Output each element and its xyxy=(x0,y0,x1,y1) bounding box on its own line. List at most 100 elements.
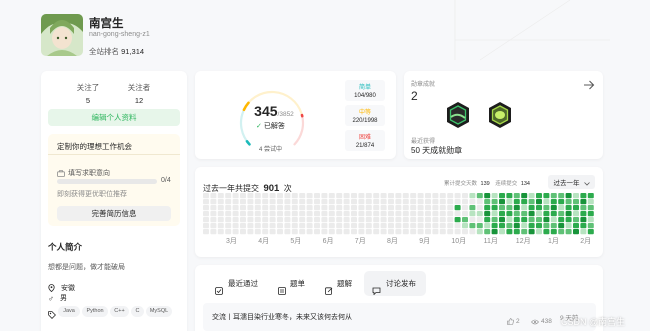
heatmap-cell[interactable] xyxy=(402,217,409,223)
heatmap-cell[interactable] xyxy=(358,205,365,211)
heatmap-cell[interactable] xyxy=(580,193,587,199)
heatmap-cell[interactable] xyxy=(343,211,350,217)
heatmap-cell[interactable] xyxy=(277,211,283,217)
heatmap-cell[interactable] xyxy=(365,199,372,205)
heatmap-cell[interactable] xyxy=(225,211,232,217)
heatmap-cell[interactable] xyxy=(580,199,587,205)
heatmap-cell[interactable] xyxy=(521,217,528,223)
heatmap-cell[interactable] xyxy=(247,193,254,199)
heatmap-cell[interactable] xyxy=(558,193,565,199)
heatmap-cell[interactable] xyxy=(580,223,587,229)
heatmap-cell[interactable] xyxy=(462,205,468,211)
heatmap-cell[interactable] xyxy=(425,205,431,211)
heatmap-cell[interactable] xyxy=(203,217,209,223)
heatmap-cell[interactable] xyxy=(254,229,261,235)
heatmap-cell[interactable] xyxy=(550,223,557,229)
heatmap-cell[interactable] xyxy=(580,205,587,211)
heatmap-cell[interactable] xyxy=(395,193,402,199)
heatmap-cell[interactable] xyxy=(587,193,594,199)
heatmap-cell[interactable] xyxy=(284,193,291,199)
badge-100-days-icon[interactable] xyxy=(487,101,513,134)
heatmap-cell[interactable] xyxy=(580,229,587,235)
heatmap-cell[interactable] xyxy=(314,217,320,223)
heatmap-cell[interactable] xyxy=(247,211,254,217)
heatmap-cell[interactable] xyxy=(543,217,550,223)
heatmap-cell[interactable] xyxy=(217,211,224,217)
heatmap-cell[interactable] xyxy=(454,211,461,217)
heatmap-cell[interactable] xyxy=(254,217,261,223)
heatmap-cell[interactable] xyxy=(528,199,535,205)
heatmap-cell[interactable] xyxy=(254,223,261,229)
heatmap-cell[interactable] xyxy=(469,217,476,223)
heatmap-cell[interactable] xyxy=(314,205,320,211)
heatmap-cell[interactable] xyxy=(469,211,476,217)
heatmap-cell[interactable] xyxy=(328,217,335,223)
heatmap-cell[interactable] xyxy=(395,211,402,217)
heatmap-cell[interactable] xyxy=(217,223,224,229)
heatmap-cell[interactable] xyxy=(254,193,261,199)
heatmap-cell[interactable] xyxy=(314,199,320,205)
heatmap-cell[interactable] xyxy=(521,199,528,205)
heatmap-cell[interactable] xyxy=(365,193,372,199)
heatmap-cell[interactable] xyxy=(254,205,261,211)
heatmap-cell[interactable] xyxy=(558,211,565,217)
heatmap-cell[interactable] xyxy=(395,199,402,205)
heatmap-cell[interactable] xyxy=(314,223,320,229)
heatmap-cell[interactable] xyxy=(277,223,283,229)
range-select[interactable]: 过去一年 xyxy=(548,175,595,189)
heatmap-cell[interactable] xyxy=(262,193,269,199)
difficulty-easy[interactable]: 简单 104/980 xyxy=(345,80,385,101)
heatmap-cell[interactable] xyxy=(410,223,417,229)
heatmap-cell[interactable] xyxy=(513,229,520,235)
heatmap-cell[interactable] xyxy=(425,199,431,205)
heatmap-cell[interactable] xyxy=(217,193,224,199)
difficulty-medium[interactable]: 中等 220/1998 xyxy=(345,105,385,126)
heatmap-cell[interactable] xyxy=(499,229,505,235)
heatmap-cell[interactable] xyxy=(299,205,306,211)
heatmap-cell[interactable] xyxy=(528,223,535,229)
heatmap-cell[interactable] xyxy=(299,217,306,223)
heatmap-cell[interactable] xyxy=(425,217,431,223)
heatmap-cell[interactable] xyxy=(217,205,224,211)
heatmap-cell[interactable] xyxy=(217,217,224,223)
heatmap-cell[interactable] xyxy=(247,205,254,211)
heatmap-cell[interactable] xyxy=(499,193,505,199)
heatmap-cell[interactable] xyxy=(491,229,498,235)
heatmap-cell[interactable] xyxy=(432,193,439,199)
heatmap-cell[interactable] xyxy=(336,205,343,211)
heatmap-cell[interactable] xyxy=(417,229,424,235)
heatmap-cell[interactable] xyxy=(417,217,424,223)
heatmap-cell[interactable] xyxy=(388,199,394,205)
heatmap-cell[interactable] xyxy=(247,229,254,235)
heatmap-cell[interactable] xyxy=(491,211,498,217)
heatmap-cell[interactable] xyxy=(380,205,387,211)
heatmap-cell[interactable] xyxy=(388,217,394,223)
heatmap-cell[interactable] xyxy=(388,229,394,235)
heatmap-cell[interactable] xyxy=(358,199,365,205)
heatmap-cell[interactable] xyxy=(247,217,254,223)
heatmap-cell[interactable] xyxy=(558,205,565,211)
heatmap-cell[interactable] xyxy=(299,223,306,229)
heatmap-cell[interactable] xyxy=(476,211,483,217)
heatmap-cell[interactable] xyxy=(491,199,498,205)
heatmap-cell[interactable] xyxy=(232,205,239,211)
heatmap-cell[interactable] xyxy=(321,205,328,211)
heatmap-cell[interactable] xyxy=(269,199,276,205)
heatmap-cell[interactable] xyxy=(402,211,409,217)
heatmap-cell[interactable] xyxy=(417,223,424,229)
heatmap-cell[interactable] xyxy=(402,205,409,211)
heatmap-cell[interactable] xyxy=(469,223,476,229)
heatmap-cell[interactable] xyxy=(232,229,239,235)
heatmap-cell[interactable] xyxy=(299,193,306,199)
heatmap-cell[interactable] xyxy=(203,229,209,235)
heatmap-cell[interactable] xyxy=(225,217,232,223)
heatmap-cell[interactable] xyxy=(558,229,565,235)
heatmap-cell[interactable] xyxy=(454,229,461,235)
heatmap-cell[interactable] xyxy=(373,199,380,205)
heatmap-cell[interactable] xyxy=(380,217,387,223)
heatmap-cell[interactable] xyxy=(395,217,402,223)
heatmap-cell[interactable] xyxy=(580,217,587,223)
heatmap-cell[interactable] xyxy=(469,193,476,199)
heatmap-cell[interactable] xyxy=(513,211,520,217)
discussion-likes[interactable]: 2 xyxy=(507,312,520,330)
